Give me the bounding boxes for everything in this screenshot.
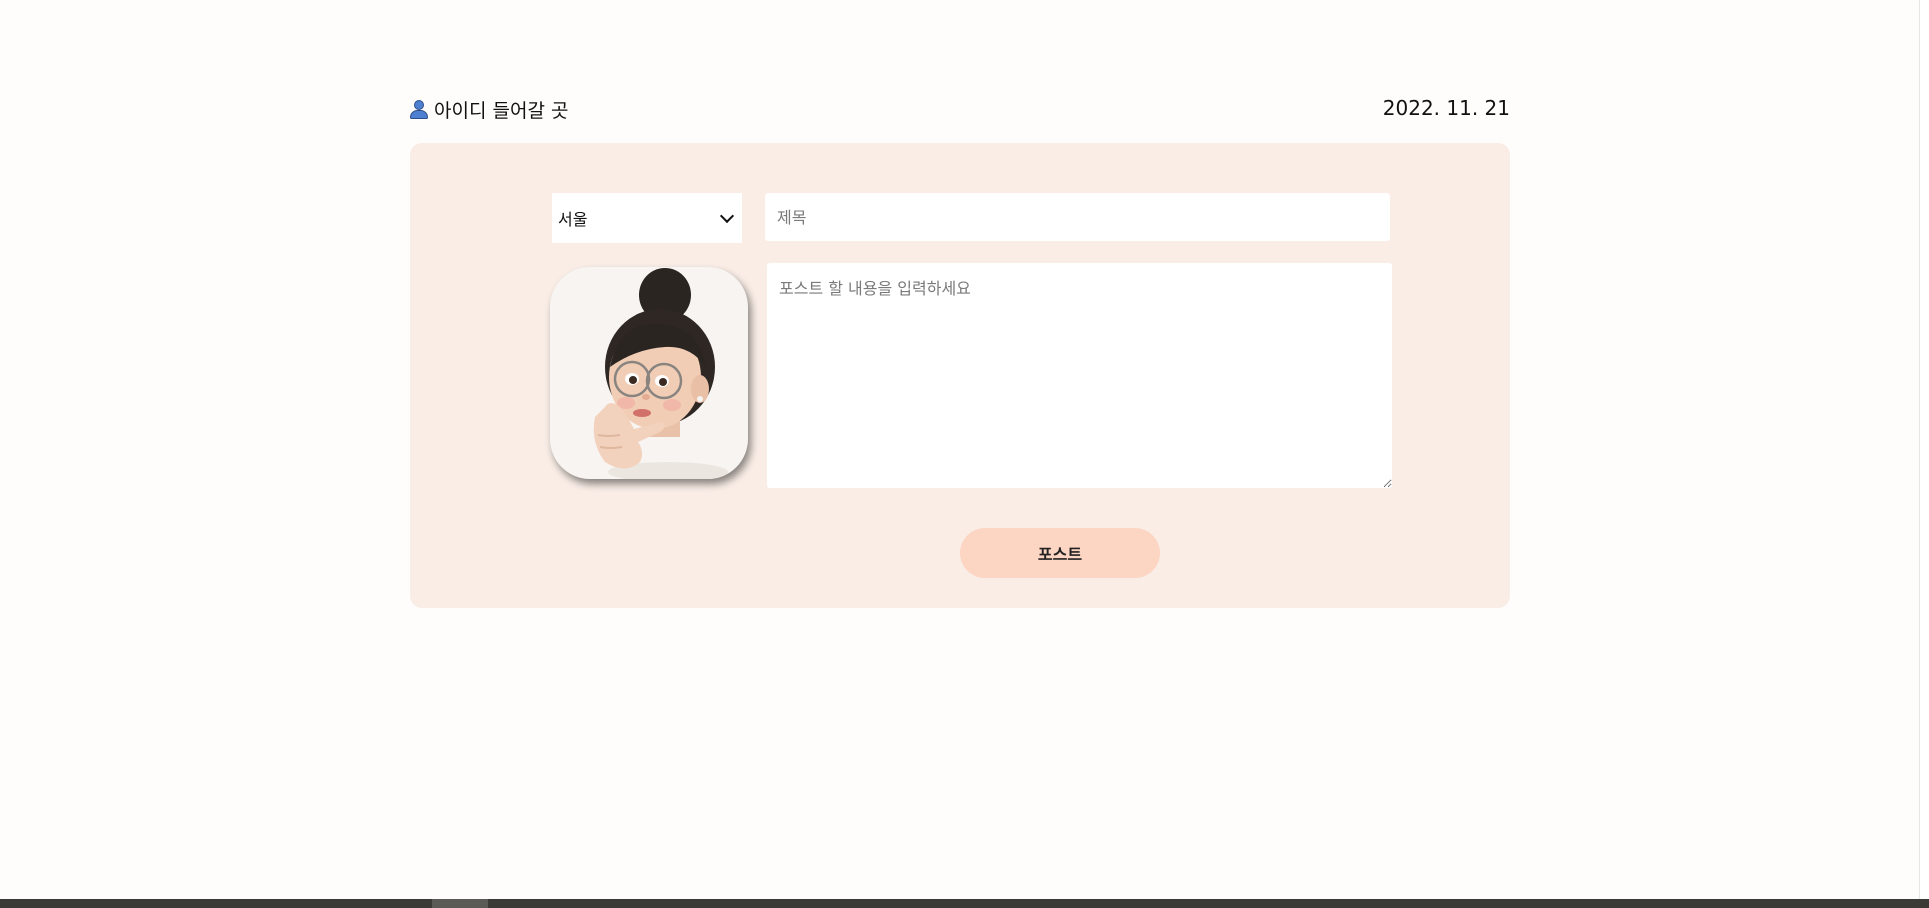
chevron-down-icon [719, 208, 735, 224]
user-info: 아이디 들어갈 곳 [410, 96, 568, 123]
post-form-card: 서울 제목 포스트 할 내용을 입력하세요 포스트 [410, 143, 1510, 608]
memoji-avatar [593, 268, 728, 479]
post-button[interactable]: 포스트 [960, 528, 1160, 578]
region-select-value: 서울 [558, 210, 588, 229]
content-textarea[interactable] [767, 263, 1392, 488]
scrollbar[interactable] [1919, 0, 1929, 908]
post-date: 2022. 11. 21 [1382, 96, 1510, 120]
taskbar [0, 899, 1929, 908]
user-id-label: 아이디 들어갈 곳 [434, 100, 569, 122]
person-icon [410, 99, 428, 120]
avatar-image[interactable] [550, 267, 748, 479]
page: 아이디 들어갈 곳 2022. 11. 21 서울 제목 포스트 할 내용을 입… [0, 0, 1929, 908]
title-input[interactable] [765, 193, 1390, 241]
taskbar-item[interactable] [432, 899, 488, 908]
post-header: 아이디 들어갈 곳 2022. 11. 21 [410, 96, 1510, 126]
region-select[interactable]: 서울 [552, 193, 742, 243]
